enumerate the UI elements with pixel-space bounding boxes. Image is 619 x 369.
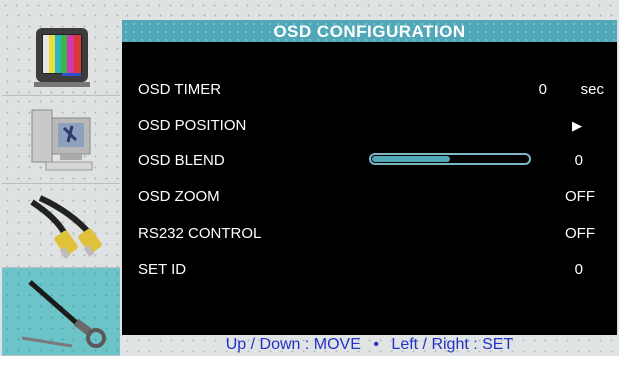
- help-set: Left / Right : SET: [391, 336, 514, 353]
- page-title: OSD CONFIGURATION: [273, 22, 466, 41]
- title-bar: OSD CONFIGURATION: [122, 20, 617, 42]
- osd-blend-slider[interactable]: [369, 153, 531, 165]
- set-id-value: 0: [574, 261, 583, 278]
- sidebar-item-picture[interactable]: [2, 10, 120, 96]
- osd-blend-fill: [372, 156, 450, 162]
- sidebar-item-input[interactable]: [2, 184, 120, 268]
- osd-timer-unit: sec: [580, 81, 604, 98]
- menu-item-rs232-control[interactable]: RS232 CONTROL OFF: [122, 222, 617, 246]
- computer-icon: [31, 109, 93, 171]
- top-strip: [122, 10, 617, 20]
- menu-item-label: OSD BLEND: [138, 152, 225, 169]
- rs232-control-value: OFF: [565, 225, 595, 242]
- help-bar: Up / Down : MOVE • Left / Right : SET: [122, 335, 617, 356]
- help-bullet: •: [373, 336, 379, 353]
- menu-item-osd-position[interactable]: OSD POSITION ▶: [122, 114, 617, 138]
- arrow-right-icon[interactable]: ▶: [572, 118, 582, 134]
- osd-zoom-value: OFF: [565, 188, 595, 205]
- menu-panel: OSD TIMER sec 0 OSD POSITION ▶ OSD BLEND…: [122, 42, 617, 335]
- help-move: Up / Down : MOVE: [225, 336, 361, 353]
- osd-blend-value: 0: [574, 152, 583, 169]
- menu-item-set-id[interactable]: SET ID 0: [122, 258, 617, 282]
- sidebar-item-pc[interactable]: [2, 96, 120, 184]
- wrench-icon: [21, 280, 106, 348]
- menu-item-osd-blend[interactable]: OSD BLEND 0: [122, 149, 617, 173]
- menu-item-label: SET ID: [138, 261, 187, 278]
- sidebar-item-tools[interactable]: [2, 268, 120, 356]
- menu-item-label: RS232 CONTROL: [138, 225, 262, 242]
- menu-item-osd-zoom[interactable]: OSD ZOOM OFF: [122, 185, 617, 209]
- bottom-strip: [0, 356, 619, 369]
- osd-timer-value: 0: [538, 81, 547, 98]
- sidebar: [2, 10, 120, 356]
- menu-item-osd-timer[interactable]: OSD TIMER sec 0: [122, 78, 617, 102]
- av-cables-icon: [30, 195, 102, 259]
- help-text: Up / Down : MOVE • Left / Right : SET: [122, 336, 617, 354]
- menu-item-label: OSD ZOOM: [138, 188, 220, 205]
- tv-color-bars-icon: [34, 28, 90, 87]
- menu-item-label: OSD TIMER: [138, 81, 222, 98]
- menu-item-label: OSD POSITION: [138, 117, 247, 134]
